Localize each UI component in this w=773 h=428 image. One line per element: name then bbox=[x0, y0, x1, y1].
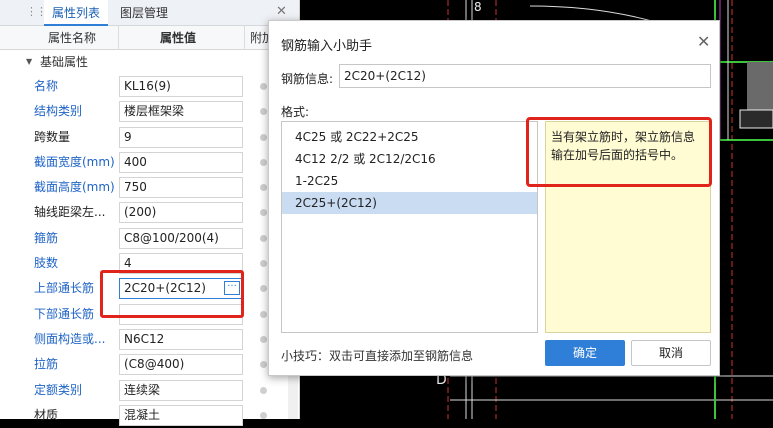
cancel-button[interactable]: 取消 bbox=[631, 340, 711, 366]
format-item-2[interactable]: 1-2C25 bbox=[282, 170, 537, 192]
extra-radio-icon[interactable] bbox=[260, 158, 267, 166]
property-value-field[interactable]: 混凝土 bbox=[119, 404, 243, 426]
extra-radio-icon[interactable] bbox=[260, 411, 267, 419]
tab-property-list[interactable]: 属性列表 bbox=[44, 0, 109, 26]
extra-radio-icon[interactable] bbox=[260, 184, 267, 192]
format-item-3-selected[interactable]: 2C25+(2C12) bbox=[282, 192, 537, 214]
close-icon[interactable]: ✕ bbox=[276, 4, 287, 19]
extra-radio-icon[interactable] bbox=[260, 386, 267, 394]
cad-label-8: 8 bbox=[474, 0, 482, 14]
column-property-value: 属性值 bbox=[160, 31, 197, 45]
extra-radio-icon[interactable] bbox=[260, 310, 267, 318]
highlight-box-top-rebar bbox=[100, 270, 244, 318]
property-rows: 名称 KL16(9) 结构类别 楼层框架梁跨数量 9 截面宽度(mm) 400 截面高度(mm… bbox=[0, 74, 299, 428]
property-row: 拉筋 (C8@400) bbox=[0, 352, 299, 377]
extra-radio-icon[interactable] bbox=[260, 83, 267, 90]
property-value: 4 bbox=[124, 256, 132, 271]
format-item-1[interactable]: 4C12 2/2 或 2C12/2C16 bbox=[282, 148, 537, 170]
ok-button[interactable]: 确定 bbox=[545, 340, 625, 366]
column-header: 属性名称 属性值 附加 bbox=[0, 26, 299, 50]
property-value: 9 bbox=[124, 129, 132, 144]
property-name: 定额类别 bbox=[34, 382, 83, 397]
panel-tabbar: ⋮⋮ 属性列表 图层管理 ✕ bbox=[0, 0, 299, 26]
property-value-field[interactable]: 400 bbox=[119, 151, 243, 173]
property-name: 名称 bbox=[34, 79, 59, 93]
property-value: (200) bbox=[124, 205, 157, 220]
property-value-field[interactable]: 楼层框架梁 bbox=[119, 101, 243, 123]
property-row: 结构类别 楼层框架梁 bbox=[0, 99, 299, 124]
property-name: 结构类别 bbox=[34, 104, 83, 119]
property-row: 材质 混凝土 bbox=[0, 403, 299, 428]
format-label: 格式: bbox=[281, 105, 310, 119]
property-value-field[interactable]: (200) bbox=[119, 202, 243, 224]
extra-radio-icon[interactable] bbox=[260, 234, 267, 242]
format-item-0[interactable]: 4C25 或 2C22+2C25 bbox=[282, 126, 537, 148]
property-row: 名称 KL16(9) bbox=[0, 74, 299, 99]
rebar-info-label: 钢筋信息: bbox=[281, 72, 334, 86]
dialog-title: 钢筋输入小助手 bbox=[281, 39, 373, 54]
group-basic-properties[interactable]: ▼ 基础属性 bbox=[0, 50, 299, 74]
property-row: 跨数量 9 bbox=[0, 125, 299, 150]
property-value: N6C12 bbox=[124, 331, 165, 346]
format-list[interactable]: 4C25 或 2C22+2C25 4C12 2/2 或 2C12/2C16 1-… bbox=[281, 121, 538, 333]
rebar-info-input[interactable]: 2C20+(2C12) bbox=[339, 64, 711, 88]
property-row: 轴线距梁左... (200) bbox=[0, 200, 299, 225]
dialog-close-icon[interactable]: ✕ bbox=[697, 32, 710, 51]
property-value: (C8@400) bbox=[124, 357, 185, 372]
column-property-name: 属性名称 bbox=[48, 31, 97, 45]
property-value-field[interactable]: (C8@400) bbox=[119, 354, 243, 376]
property-row: 箍筋 C8@100/200(4) bbox=[0, 226, 299, 251]
property-value: 楼层框架梁 bbox=[124, 104, 185, 119]
property-value-field[interactable]: N6C12 bbox=[119, 328, 243, 350]
extra-radio-icon[interactable] bbox=[260, 260, 267, 268]
drag-grip-icon[interactable]: ⋮⋮ bbox=[26, 5, 47, 18]
extra-radio-icon[interactable] bbox=[260, 133, 267, 141]
property-row: 截面宽度(mm) 400 bbox=[0, 150, 299, 175]
group-label: 基础属性 bbox=[40, 55, 89, 69]
property-value: 混凝土 bbox=[124, 407, 161, 422]
highlight-box-hint bbox=[526, 117, 712, 187]
property-name: 侧面构造或... bbox=[34, 331, 106, 346]
extra-radio-icon[interactable] bbox=[260, 108, 267, 116]
property-name: 轴线距梁左... bbox=[34, 205, 106, 220]
property-name: 截面高度(mm) bbox=[34, 180, 114, 195]
property-value-field[interactable]: KL16(9) bbox=[119, 76, 243, 97]
property-value-field[interactable]: 750 bbox=[119, 177, 243, 199]
property-name: 拉筋 bbox=[34, 357, 59, 372]
rebar-input-dialog: 钢筋输入小助手 ✕ 钢筋信息: 2C20+(2C12) 格式: 4C25 或 2… bbox=[268, 20, 720, 376]
property-value: 400 bbox=[124, 154, 147, 169]
tip-text: 小技巧：双击可直接添加至钢筋信息 bbox=[281, 349, 474, 363]
property-row: 侧面构造或... N6C12 bbox=[0, 327, 299, 352]
collapse-triangle-icon[interactable]: ▼ bbox=[26, 50, 32, 74]
property-value: 750 bbox=[124, 180, 147, 195]
tab-layer-management[interactable]: 图层管理 bbox=[112, 0, 176, 26]
property-value-field[interactable]: 连续梁 bbox=[119, 379, 243, 401]
property-panel: ⋮⋮ 属性列表 图层管理 ✕ 属性名称 属性值 附加 ▼ 基础属性 名称 KL16… bbox=[0, 0, 300, 426]
property-value-field[interactable]: 9 bbox=[119, 126, 243, 148]
property-name: 跨数量 bbox=[34, 129, 71, 144]
property-name: 截面宽度(mm) bbox=[34, 154, 114, 169]
extra-radio-icon[interactable] bbox=[260, 361, 267, 369]
extra-radio-icon[interactable] bbox=[260, 285, 267, 293]
property-value: 连续梁 bbox=[124, 382, 161, 397]
property-name: 箍筋 bbox=[34, 230, 59, 245]
property-row: 定额类别 连续梁 bbox=[0, 378, 299, 403]
property-value: KL16(9) bbox=[124, 79, 171, 93]
extra-radio-icon[interactable] bbox=[260, 335, 267, 343]
extra-radio-icon[interactable] bbox=[260, 209, 267, 217]
property-value-field[interactable]: C8@100/200(4) bbox=[119, 227, 243, 249]
property-value: C8@100/200(4) bbox=[124, 230, 219, 245]
property-row: 截面高度(mm) 750 bbox=[0, 175, 299, 200]
property-name: 材质 bbox=[34, 407, 59, 422]
